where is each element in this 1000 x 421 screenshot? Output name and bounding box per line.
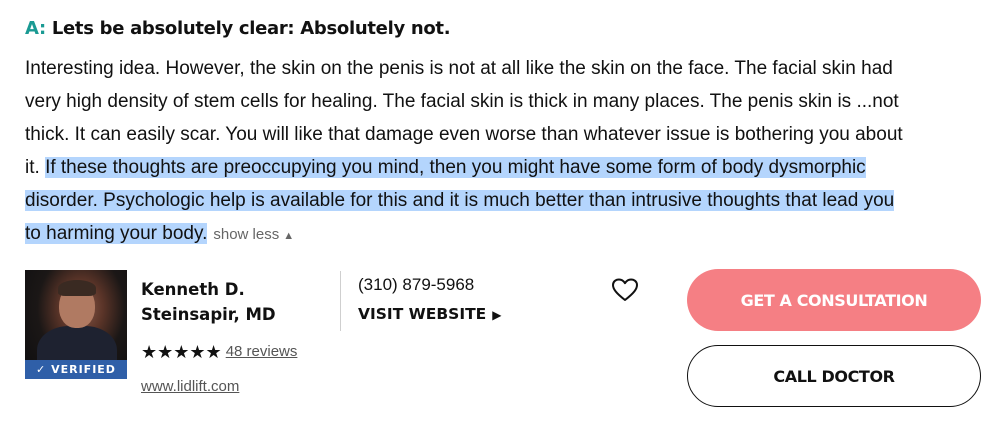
visit-website-label: VISIT WEBSITE: [358, 305, 487, 323]
doctor-name-line1: Kenneth D.: [141, 280, 245, 299]
verified-badge: ✓ VERIFIED: [25, 360, 127, 379]
photo-hair-shape: [58, 280, 96, 296]
answer-line: to harming your body. show less ▲: [25, 217, 985, 250]
answer-line-text: it.: [25, 157, 46, 178]
play-arrow-icon: ▶: [492, 308, 502, 322]
answer-body: Interesting idea. However, the skin on t…: [25, 52, 985, 250]
answer-heading-text: Lets be absolutely clear: Absolutely not…: [51, 18, 451, 39]
get-consultation-button[interactable]: GET A CONSULTATION: [687, 269, 981, 331]
answer-line: very high density of stem cells for heal…: [25, 91, 899, 112]
visit-website-link[interactable]: VISIT WEBSITE ▶: [358, 305, 502, 323]
star-rating-icon: ★★★★★: [141, 342, 222, 362]
doctor-name[interactable]: Kenneth D. Steinsapir, MD: [141, 277, 331, 327]
answer-prefix: A:: [25, 18, 46, 39]
highlighted-text: disorder. Psychologic help is available …: [25, 190, 895, 211]
show-less-link[interactable]: show less ▲: [213, 226, 294, 243]
vertical-divider: [340, 271, 341, 331]
caret-up-icon: ▲: [283, 230, 295, 242]
call-doctor-button[interactable]: CALL DOCTOR: [687, 345, 981, 407]
doctor-name-line2: Steinsapir, MD: [141, 305, 276, 324]
highlighted-text: If these thoughts are preoccupying you m…: [45, 157, 866, 178]
highlighted-text: to harming your body.: [25, 223, 208, 244]
answer-line: it. If these thoughts are preoccupying y…: [25, 151, 985, 184]
show-less-label: show less: [213, 226, 280, 243]
answer-heading: A: Lets be absolutely clear: Absolutely …: [25, 18, 451, 39]
website-link[interactable]: www.lidlift.com: [141, 378, 239, 395]
answer-line: disorder. Psychologic help is available …: [25, 184, 985, 217]
answer-line: thick. It can easily scar. You will like…: [25, 124, 903, 145]
reviews-link[interactable]: 48 reviews: [226, 343, 298, 360]
heart-outline-icon[interactable]: [612, 278, 638, 302]
doctor-rating: ★★★★★ 48 reviews: [141, 342, 297, 363]
phone-number[interactable]: (310) 879-5968: [358, 275, 474, 295]
answer-line: Interesting idea. However, the skin on t…: [25, 58, 893, 79]
